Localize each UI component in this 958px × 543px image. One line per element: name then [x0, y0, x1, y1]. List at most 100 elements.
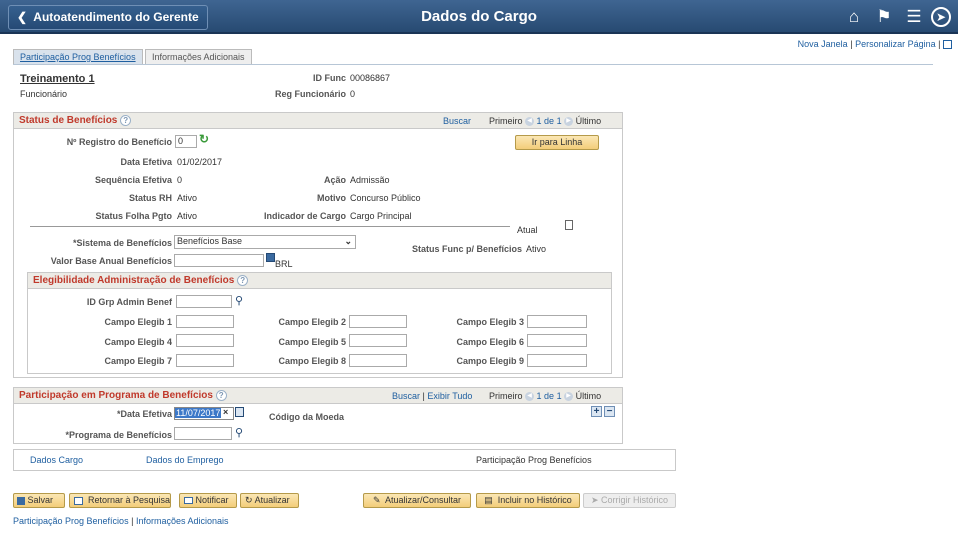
elig-field-4-label: Campo Elegib 4 — [104, 337, 172, 347]
effective-date-label: Data Efetiva — [120, 157, 172, 167]
return-to-search-button[interactable]: Retornar à Pesquisa — [69, 493, 171, 508]
elig-field-9-label: Campo Elegib 9 — [456, 356, 524, 366]
refresh-button[interactable]: ↻ Atualizar — [240, 493, 299, 508]
currency-code-label: Código da Moeda — [269, 412, 344, 422]
tab-benefit-program[interactable]: Participação Prog Benefícios — [13, 49, 143, 65]
action-label: Ação — [323, 175, 346, 185]
include-history-button[interactable]: ▤ Incluir no Histórico — [476, 493, 580, 508]
clipboard-icon[interactable] — [565, 220, 573, 230]
elig-field-5-input[interactable] — [349, 334, 407, 347]
benefit-system-select[interactable]: Benefícios Base ⌄ — [174, 235, 356, 249]
status-pager: Primeiro ◀ 1 de 1 ▶ Último — [489, 116, 602, 127]
update-display-button[interactable]: ✎ Atualizar/Consultar — [363, 493, 471, 508]
go-to-row-button[interactable]: Ir para Linha — [515, 135, 599, 150]
previous-icon[interactable]: ◀ — [525, 392, 535, 402]
search-icon[interactable]: ⚲ — [235, 426, 243, 439]
employee-record-label: Reg Funcionário — [274, 89, 346, 99]
menu-icon[interactable]: ☰ — [903, 7, 925, 27]
elig-field-7-label: Campo Elegib 7 — [104, 356, 172, 366]
admin-group-input[interactable] — [176, 295, 232, 308]
top-links: Nova Janela | Personalizar Página | — [798, 39, 952, 50]
help-icon[interactable]: ? — [215, 389, 227, 401]
program-grid-links: Buscar | Exibir Tudo — [392, 391, 473, 401]
save-icon — [17, 496, 25, 505]
next-icon[interactable]: ▶ — [564, 392, 574, 402]
func-status-value: Ativo — [526, 244, 547, 254]
elig-field-3-input[interactable] — [527, 315, 587, 328]
admin-group-label: ID Grp Admin Benef — [86, 297, 172, 307]
elig-field-1-input[interactable] — [176, 315, 234, 328]
benefit-system-label: *Sistema de Benefícios — [72, 238, 172, 248]
home-icon[interactable]: ⌂ — [843, 7, 865, 27]
personalize-link[interactable]: Personalizar Página — [855, 39, 936, 49]
notify-icon — [184, 497, 193, 505]
employee-record-value: 0 — [350, 89, 356, 99]
reason-label: Motivo — [317, 193, 346, 203]
clear-icon[interactable]: × — [223, 407, 228, 417]
employee-id-value: 00086867 — [350, 73, 391, 83]
previous-icon[interactable]: ◀ — [525, 117, 535, 127]
annual-base-input[interactable] — [174, 254, 264, 267]
program-pager: Primeiro ◀ 1 de 1 ▶ Último — [489, 391, 602, 402]
payroll-status-value: Ativo — [177, 211, 198, 221]
status-search-link[interactable]: Buscar — [443, 116, 471, 126]
grid-icon[interactable] — [943, 40, 952, 50]
elig-field-8-label: Campo Elegib 8 — [278, 356, 346, 366]
program-search-link[interactable]: Buscar — [392, 391, 420, 401]
effective-seq-value: 0 — [177, 175, 183, 185]
benefit-record-label: Nº Registro do Benefício — [66, 137, 172, 147]
tab-divider — [13, 64, 933, 65]
annual-base-label: Valor Base Anual Benefícios — [50, 256, 172, 266]
footer-benefit-program-link[interactable]: Participação Prog Benefícios — [13, 516, 129, 526]
view-all-link[interactable]: Exibir Tudo — [427, 391, 472, 401]
currency-code: BRL — [275, 259, 293, 269]
job-data-link[interactable]: Dados Cargo — [30, 455, 83, 465]
section-divider — [30, 226, 510, 227]
navbar-icon[interactable]: ➤ — [931, 7, 951, 27]
notify-button[interactable]: Notificar — [179, 493, 237, 508]
correct-history-button: ➤ Corrigir Histórico — [583, 493, 676, 508]
refresh-icon[interactable]: ↻ — [199, 132, 209, 146]
currency-lookup-icon[interactable] — [266, 253, 275, 262]
pencil-icon: ✎ — [372, 495, 381, 505]
elig-field-9-input[interactable] — [527, 354, 587, 367]
next-icon[interactable]: ▶ — [564, 117, 574, 127]
hr-status-value: Ativo — [177, 193, 198, 203]
employee-name: Treinamento 1 — [20, 73, 95, 85]
flag-icon[interactable]: ⚑ — [873, 7, 895, 27]
page-title: Dados do Cargo — [421, 8, 537, 25]
benefit-program-input[interactable] — [174, 427, 232, 440]
job-indicator-label: Indicador de Cargo — [263, 211, 346, 221]
help-icon[interactable]: ? — [120, 114, 132, 126]
elig-field-1-label: Campo Elegib 1 — [104, 317, 172, 327]
delete-row-button[interactable]: − — [604, 406, 615, 417]
current-page-label: Participação Prog Benefícios — [476, 455, 592, 465]
hr-status-label: Status RH — [128, 193, 172, 203]
calendar-icon[interactable] — [235, 407, 244, 417]
effective-seq-label: Sequência Efetiva — [94, 175, 172, 185]
elig-field-8-input[interactable] — [349, 354, 407, 367]
employment-data-link[interactable]: Dados do Emprego — [146, 455, 224, 465]
new-window-link[interactable]: Nova Janela — [798, 39, 848, 49]
footer-additional-info-link[interactable]: Informações Adicionais — [136, 516, 229, 526]
elig-field-2-label: Campo Elegib 2 — [278, 317, 346, 327]
reason-value: Concurso Público — [350, 193, 421, 203]
add-row-button[interactable]: + — [591, 406, 602, 417]
correct-icon: ➤ — [590, 495, 599, 505]
tab-additional-info[interactable]: Informações Adicionais — [145, 49, 252, 65]
elig-field-7-input[interactable] — [176, 354, 234, 367]
help-icon[interactable]: ? — [237, 274, 249, 286]
program-date-label: *Data Efetiva — [116, 409, 172, 419]
job-indicator-value: Cargo Principal — [350, 211, 412, 221]
elig-field-6-input[interactable] — [527, 334, 587, 347]
search-icon[interactable]: ⚲ — [235, 294, 243, 307]
elig-field-5-label: Campo Elegib 5 — [278, 337, 346, 347]
benefit-record-input[interactable]: 0 — [175, 135, 197, 148]
save-button[interactable]: Salvar — [13, 493, 65, 508]
return-icon — [74, 496, 83, 505]
employee-id-label: ID Func — [313, 73, 346, 83]
current-label: Atual — [517, 225, 538, 235]
elig-field-2-input[interactable] — [349, 315, 407, 328]
elig-field-4-input[interactable] — [176, 334, 234, 347]
employee-role: Funcionário — [20, 89, 68, 99]
